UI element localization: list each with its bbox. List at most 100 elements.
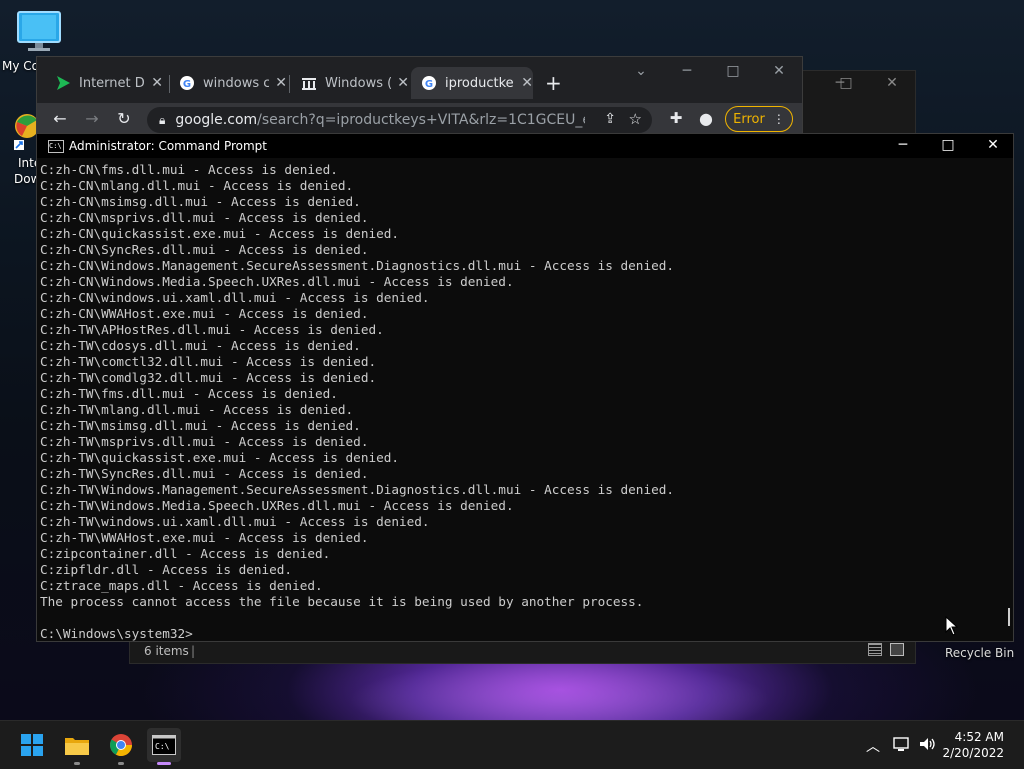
address-bar[interactable]: 🔒︎ google.com/search?q=iproductkeys+VITA… bbox=[147, 107, 652, 133]
tab-close-icon[interactable]: ✕ bbox=[151, 75, 163, 91]
console-line: C:zh-CN\SyncRes.dll.mui - Access is deni… bbox=[40, 242, 369, 257]
url-path: /search?q=iproductkeys+VITA&rlz=1C1GCEU_… bbox=[257, 112, 585, 128]
console-line: C:zh-TW\APHostRes.dll.mui - Access is de… bbox=[40, 322, 384, 337]
tab-close-icon[interactable]: ✕ bbox=[275, 75, 287, 91]
active-indicator bbox=[157, 762, 171, 765]
chrome-icon bbox=[110, 734, 132, 757]
clock-time: 4:52 AM bbox=[954, 730, 1004, 744]
maximize-icon[interactable]: □ bbox=[713, 63, 753, 79]
minimize-icon[interactable]: ─ bbox=[667, 63, 707, 79]
svg-text:C:\: C:\ bbox=[155, 742, 170, 751]
console-line: C:zh-CN\WWAHost.exe.mui - Access is deni… bbox=[40, 306, 369, 321]
profile-icon[interactable]: ● bbox=[695, 109, 717, 128]
desktop-icon-label: My Co bbox=[2, 59, 39, 73]
extensions-icon[interactable]: ✚ bbox=[665, 109, 687, 127]
profile-error-button[interactable]: Error ⋮ bbox=[725, 106, 793, 132]
start-icon bbox=[21, 734, 43, 756]
tab-close-icon[interactable]: ✕ bbox=[397, 75, 409, 91]
volume-icon[interactable] bbox=[918, 736, 938, 752]
command-prompt-icon: C:\ bbox=[152, 735, 176, 755]
chrome-toolbar: ← → ↻ 🔒︎ google.com/search?q=iproductkey… bbox=[37, 103, 802, 137]
running-indicator bbox=[118, 762, 124, 765]
console-line: C:zh-CN\Windows.Media.Speech.UXRes.dll.m… bbox=[40, 274, 514, 289]
cmd-title-bar[interactable]: C:\ Administrator: Command Prompt ─ □ ✕ bbox=[37, 134, 1013, 158]
start-button[interactable] bbox=[15, 728, 49, 762]
tiles-view-icon[interactable] bbox=[890, 643, 904, 656]
bookmark-star-icon[interactable]: ☆ bbox=[629, 110, 642, 128]
restore-icon[interactable]: □ bbox=[826, 75, 866, 91]
tab-internet-download[interactable]: Internet Do ✕ bbox=[45, 67, 163, 99]
console-line: C:zh-TW\SyncRes.dll.mui - Access is deni… bbox=[40, 466, 369, 481]
taskbar-chrome[interactable] bbox=[104, 728, 138, 765]
console-line: C:zh-TW\msimsg.dll.mui - Access is denie… bbox=[40, 418, 361, 433]
tab-close-icon[interactable]: ✕ bbox=[521, 75, 533, 91]
close-icon[interactable]: ✕ bbox=[978, 137, 1008, 153]
console-line: C:zh-CN\windows.ui.xaml.dll.mui - Access… bbox=[40, 290, 430, 305]
archive-icon bbox=[302, 78, 316, 90]
forward-icon[interactable]: → bbox=[81, 109, 103, 128]
console-line: C:zh-CN\Windows.Management.SecureAssessm… bbox=[40, 258, 674, 273]
close-icon[interactable]: ✕ bbox=[872, 75, 912, 91]
reload-icon[interactable]: ↻ bbox=[113, 109, 135, 128]
back-icon[interactable]: ← bbox=[49, 109, 71, 128]
console-line: C:zh-CN\quickassist.exe.mui - Access is … bbox=[40, 226, 400, 241]
lock-icon: 🔒︎ bbox=[159, 112, 166, 127]
tab-search-icon[interactable]: ⌄ bbox=[621, 63, 661, 79]
maximize-icon[interactable]: □ bbox=[933, 137, 963, 153]
console-line: C:zh-TW\quickassist.exe.mui - Access is … bbox=[40, 450, 400, 465]
tab-title: iproductke bbox=[445, 75, 514, 91]
url-host: google.com bbox=[175, 112, 258, 128]
play-icon bbox=[57, 76, 70, 90]
console-line: C:ztrace_maps.dll - Access is denied. bbox=[40, 578, 323, 593]
taskbar-file-explorer[interactable] bbox=[60, 728, 94, 765]
console-line: C:zipfldr.dll - Access is denied. bbox=[40, 562, 293, 577]
tab-separator bbox=[289, 75, 290, 93]
network-icon[interactable] bbox=[892, 736, 910, 752]
url-text: google.com/search?q=iproductkeys+VITA&rl… bbox=[175, 112, 585, 128]
close-icon[interactable]: ✕ bbox=[759, 63, 799, 79]
console-line: C:zipcontainer.dll - Access is denied. bbox=[40, 546, 331, 561]
clock-date: 2/20/2022 bbox=[942, 746, 1004, 760]
console-line: C:zh-CN\msprivs.dll.mui - Access is deni… bbox=[40, 210, 369, 225]
console-line: C:\Windows\system32> bbox=[40, 626, 193, 641]
system-clock[interactable]: 4:52 AM 2/20/2022 bbox=[942, 729, 1004, 761]
error-label: Error bbox=[733, 111, 765, 127]
command-prompt-window[interactable]: C:\ Administrator: Command Prompt ─ □ ✕ … bbox=[36, 133, 1014, 642]
console-line: C:zh-TW\Windows.Media.Speech.UXRes.dll.m… bbox=[40, 498, 514, 513]
tab-strip: Internet Do ✕ G windows c ✕ Windows ( ✕ … bbox=[37, 57, 802, 103]
file-explorer-icon bbox=[65, 738, 89, 755]
tab-windows-search[interactable]: G windows c ✕ bbox=[169, 67, 287, 99]
google-icon: G bbox=[180, 76, 194, 90]
desktop-icon-label: Recycle Bin bbox=[945, 646, 1015, 660]
chrome-window[interactable]: Internet Do ✕ G windows c ✕ Windows ( ✕ … bbox=[36, 56, 803, 138]
tab-title: windows c bbox=[203, 75, 270, 91]
status-separator: | bbox=[191, 644, 196, 658]
new-tab-button[interactable]: + bbox=[545, 71, 562, 95]
tab-title: Windows ( bbox=[325, 75, 392, 91]
console-line: C:zh-TW\fms.dll.mui - Access is denied. bbox=[40, 386, 338, 401]
cmd-app-icon: C:\ bbox=[48, 140, 64, 153]
console-line: C:zh-TW\cdosys.dll.mui - Access is denie… bbox=[40, 338, 361, 353]
mouse-cursor-icon bbox=[945, 616, 959, 636]
console-line: C:zh-TW\WWAHost.exe.mui - Access is deni… bbox=[40, 530, 369, 545]
chevron-up-icon[interactable]: ︿ bbox=[866, 736, 880, 756]
svg-text:G: G bbox=[425, 79, 433, 90]
console-line: C:zh-CN\fms.dll.mui - Access is denied. bbox=[40, 162, 338, 177]
details-view-icon[interactable] bbox=[868, 643, 882, 656]
console-line: C:zh-TW\msprivs.dll.mui - Access is deni… bbox=[40, 434, 369, 449]
svg-text:G: G bbox=[183, 79, 191, 90]
share-icon[interactable]: ⇪ bbox=[604, 111, 616, 127]
more-options-icon[interactable]: ⋮ bbox=[773, 112, 785, 126]
tab-iproductkeys-search[interactable]: G iproductke ✕ bbox=[411, 67, 533, 99]
tab-windows-archive[interactable]: Windows ( ✕ bbox=[291, 67, 409, 99]
scrollbar-thumb[interactable] bbox=[1008, 608, 1010, 626]
minimize-icon[interactable]: ─ bbox=[888, 137, 918, 153]
taskbar-command-prompt[interactable]: C:\ bbox=[147, 728, 181, 765]
console-line: C:zh-TW\comctl32.dll.mui - Access is den… bbox=[40, 354, 377, 369]
console-line: C:zh-TW\windows.ui.xaml.dll.mui - Access… bbox=[40, 514, 430, 529]
taskbar: C:\ ︿ 4:52 AM 2/20/2022 bbox=[0, 720, 1024, 769]
desktop-icon-shortcut[interactable]: Inte Dow bbox=[0, 110, 41, 190]
tab-title: Internet Do bbox=[79, 75, 145, 91]
console-line: C:zh-TW\comdlg32.dll.mui - Access is den… bbox=[40, 370, 377, 385]
console-output[interactable]: C:zh-CN\fms.dll.mui - Access is denied. C… bbox=[40, 162, 998, 642]
